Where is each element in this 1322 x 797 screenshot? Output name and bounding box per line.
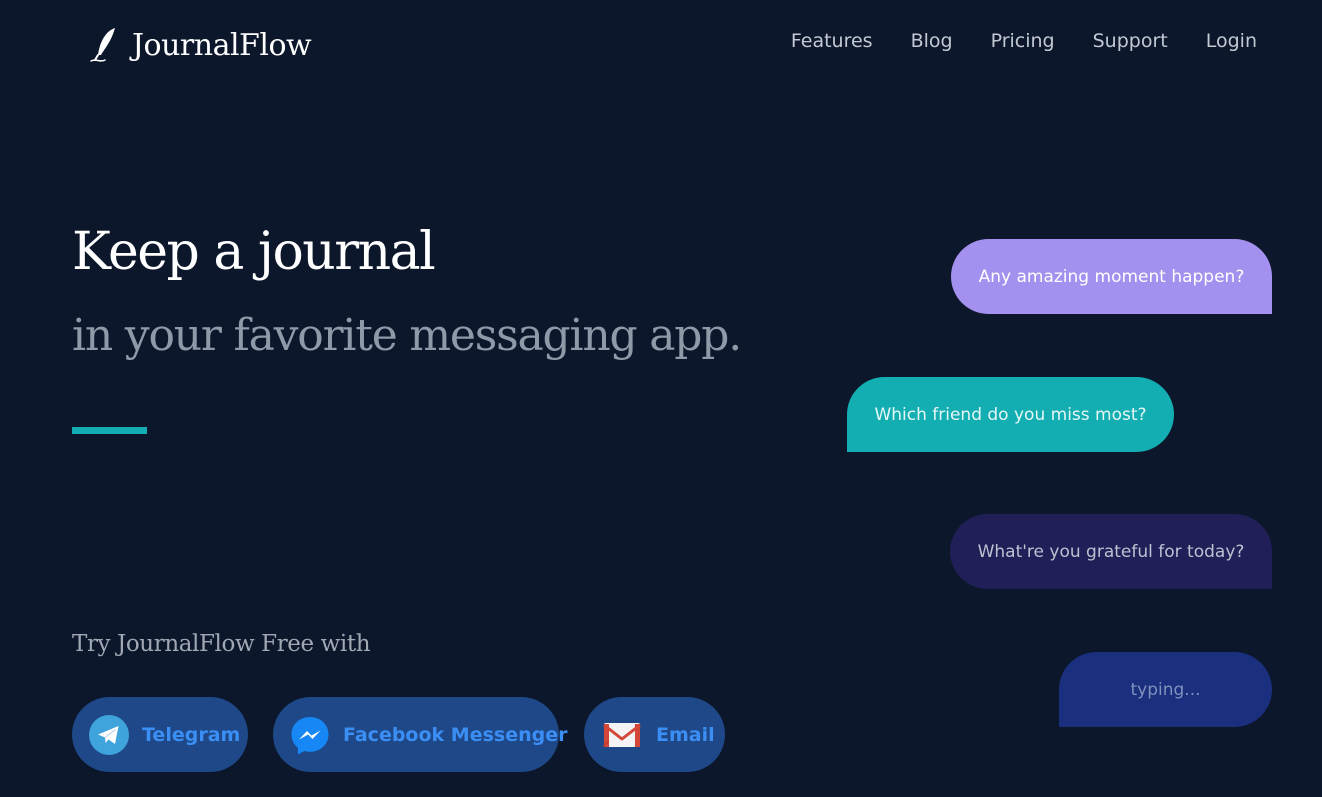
nav-link-features[interactable]: Features — [791, 30, 873, 52]
accent-divider — [72, 427, 147, 434]
top-nav: Features Blog Pricing Support Login — [791, 30, 1257, 52]
brand-name: JournalFlow — [132, 27, 312, 63]
nav-link-support[interactable]: Support — [1093, 30, 1168, 52]
nav-link-login[interactable]: Login — [1206, 30, 1257, 52]
gmail-icon — [603, 722, 641, 747]
facebook-messenger-label: Facebook Messenger — [343, 723, 568, 746]
brand-logo[interactable]: JournalFlow — [88, 24, 312, 66]
try-free-text: Try JournalFlow Free with — [72, 631, 371, 657]
hero-subheadline: in your favorite messaging app. — [72, 310, 742, 361]
hero-headline: Keep a journal — [72, 222, 436, 282]
nav-link-pricing[interactable]: Pricing — [991, 30, 1055, 52]
telegram-button[interactable]: Telegram — [72, 697, 248, 772]
chat-bubble-prompt-3: What're you grateful for today? — [950, 514, 1272, 589]
chat-bubble-typing: typing... — [1059, 652, 1272, 727]
telegram-icon — [89, 714, 129, 755]
feather-quill-icon — [90, 28, 115, 62]
telegram-label: Telegram — [142, 723, 241, 746]
chat-bubble-prompt-1: Any amazing moment happen? — [951, 239, 1272, 314]
messenger-icon — [291, 716, 329, 754]
nav-link-blog[interactable]: Blog — [911, 30, 953, 52]
email-label: Email — [656, 723, 715, 746]
email-button[interactable]: Email — [584, 697, 725, 772]
facebook-messenger-button[interactable]: Facebook Messenger — [273, 697, 567, 772]
chat-bubble-prompt-2: Which friend do you miss most? — [847, 377, 1174, 452]
